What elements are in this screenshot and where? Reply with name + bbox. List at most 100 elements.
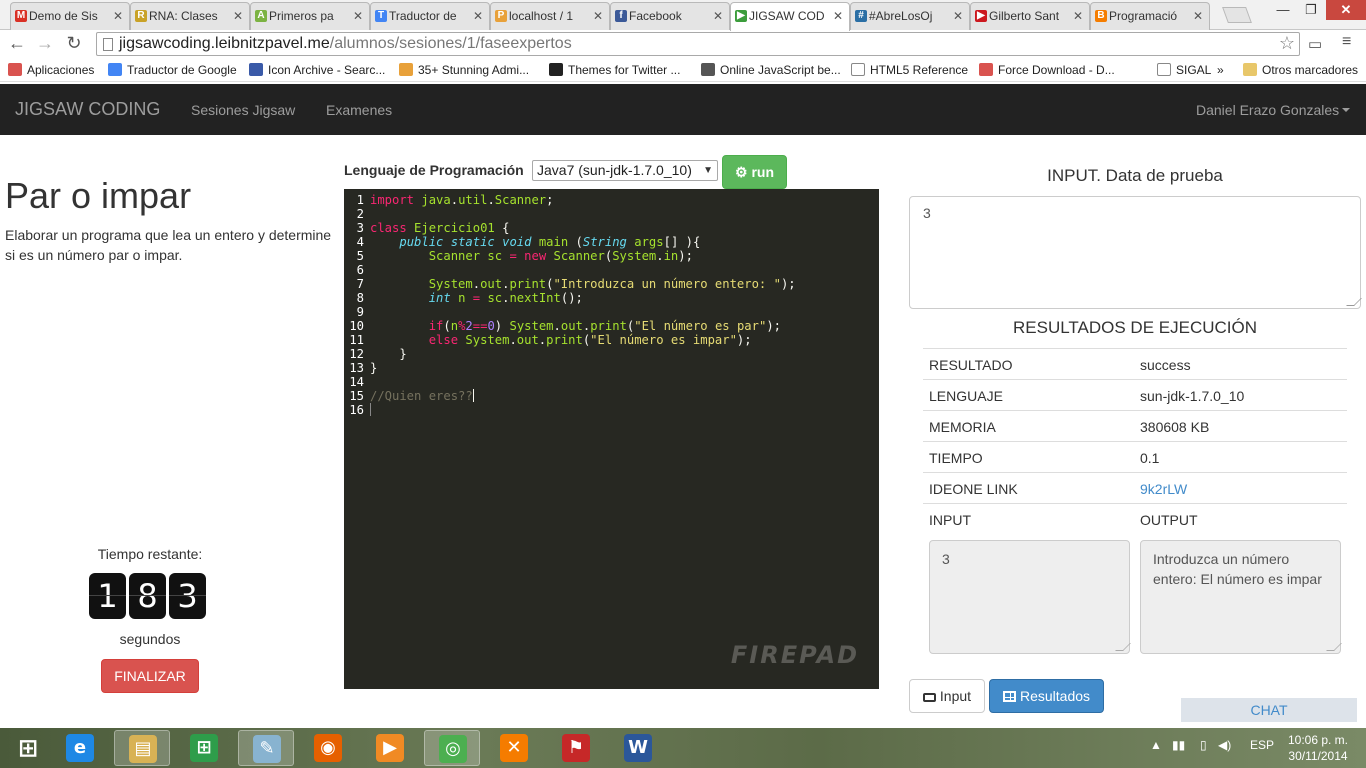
bookmark-item[interactable]: Traductor de Google [108, 63, 237, 77]
user-menu[interactable]: Daniel Erazo Gonzales [1196, 102, 1351, 118]
results-tab-button[interactable]: Resultados [989, 679, 1104, 713]
code-line[interactable]: 13} [344, 361, 796, 375]
bookmark-item[interactable]: SIGAL [1157, 63, 1211, 77]
bookmark-item[interactable]: Aplicaciones [8, 63, 94, 77]
nav-link-sesiones[interactable]: Sesiones Jigsaw [191, 102, 295, 118]
minimize-window-icon[interactable]: — [1268, 0, 1298, 20]
bookmark-item[interactable]: HTML5 Reference [851, 63, 968, 77]
restore-window-icon[interactable]: ❐ [1296, 0, 1326, 20]
code-editor[interactable]: 1 import java.util.Scanner; 2 3 class Ejerci… [344, 189, 879, 689]
bookmark-item[interactable]: Otros marcadores [1243, 63, 1358, 77]
show-hidden-icons-icon[interactable]: ▲ [1150, 738, 1162, 752]
chat-bar[interactable]: CHAT [1181, 698, 1357, 722]
close-tab-icon[interactable]: ✕ [353, 9, 363, 23]
address-bar[interactable]: jigsawcoding.leibnitzpavel.me/alumnos/se… [96, 32, 1300, 56]
run-button[interactable]: ⚙ run [722, 155, 787, 189]
browser-tab[interactable]: A Primeros pa ✕ [250, 2, 370, 30]
code-line[interactable]: 3 class Ejercicio01 { [344, 221, 796, 235]
close-tab-icon[interactable]: ✕ [593, 9, 603, 23]
language-select[interactable]: Java7 (sun-jdk-1.7.0_10) ▼ [532, 160, 718, 181]
code-text: //Quien eres?? [370, 389, 474, 403]
browser-tab[interactable]: R RNA: Clases ✕ [130, 2, 250, 30]
code-line[interactable]: 11 else System.out.print("El número es i… [344, 333, 796, 347]
firefox-icon[interactable]: ◉ [300, 730, 356, 766]
test-data-input[interactable]: 3 [909, 196, 1362, 309]
bookmark-label: Themes for Twitter ... [568, 63, 681, 77]
bookmark-item[interactable]: Online JavaScript be... [701, 63, 841, 77]
facebook-icon: f [615, 10, 627, 22]
close-tab-icon[interactable]: ✕ [953, 9, 963, 23]
code-line[interactable]: 15 //Quien eres?? [344, 389, 796, 403]
browser-tab[interactable]: Plocalhost / 1 ✕ [490, 2, 610, 30]
close-tab-icon[interactable]: ✕ [113, 9, 123, 23]
browser-tab[interactable]: M Demo de Sis ✕ [10, 2, 130, 30]
close-tab-icon[interactable]: ✕ [233, 9, 243, 23]
result-input-box[interactable]: 3 [929, 540, 1131, 654]
code-line[interactable]: 2 [344, 207, 796, 221]
code-line[interactable]: 7 System.out.print("Introduzca un número… [344, 277, 796, 291]
bookmark-item[interactable]: Themes for Twitter ... [549, 63, 680, 77]
new-tab-button[interactable] [1222, 7, 1252, 23]
ie-icon[interactable]: e [52, 730, 108, 766]
bookmark-item[interactable]: » [1217, 63, 1224, 77]
network-signal-icon[interactable]: ▮▮ [1172, 738, 1185, 752]
browser-tab[interactable]: ▶ Gilberto Sant ✕ [970, 2, 1090, 30]
code-line[interactable]: 10 if(n%2==0) System.out.print("El númer… [344, 319, 796, 333]
bookmark-item[interactable]: Icon Archive - Searc... [249, 63, 385, 77]
system-clock[interactable]: 10:06 p. m. 30/11/2014 [1282, 732, 1354, 764]
word-icon[interactable]: W [610, 730, 666, 766]
browser-tab[interactable]: # #AbreLosOj ✕ [850, 2, 970, 30]
close-tab-icon[interactable]: ✕ [713, 9, 723, 23]
browser-tab[interactable]: T Traductor de ✕ [370, 2, 490, 30]
bookmark-item[interactable]: 35+ Stunning Admi... [399, 63, 529, 77]
volume-icon[interactable]: ◀) [1218, 738, 1231, 752]
close-tab-icon[interactable]: ✕ [473, 9, 483, 23]
browser-tab[interactable]: ▶ JIGSAW COD ✕ [730, 2, 850, 31]
cast-icon[interactable]: ▭ [1308, 35, 1322, 53]
code-line[interactable]: 6 [344, 263, 796, 277]
close-tab-icon[interactable]: ✕ [1073, 9, 1083, 23]
resize-grip-icon[interactable] [1115, 643, 1131, 651]
chrome-icon[interactable]: ◎ [424, 730, 480, 766]
nav-link-examenes[interactable]: Examenes [326, 102, 392, 118]
line-number: 12 [349, 347, 364, 361]
close-tab-icon[interactable]: ✕ [1193, 9, 1203, 23]
close-window-icon[interactable]: ✕ [1326, 0, 1366, 20]
ideone-link[interactable]: 9k2rLW [1140, 481, 1187, 497]
browser-tab-label: Primeros pa [269, 9, 334, 23]
input-tab-button[interactable]: Input [909, 679, 985, 713]
result-output-box[interactable]: Introduzca un número entero: El número e… [1140, 540, 1342, 654]
code-line[interactable]: 4 public static void main (String args[]… [344, 235, 796, 249]
resize-grip-icon[interactable] [1326, 643, 1342, 651]
timer-digit: 1 [89, 573, 126, 619]
battery-icon[interactable]: ▯ [1200, 738, 1207, 752]
bookmark-item[interactable]: Force Download - D... [979, 63, 1115, 77]
forward-arrow-icon[interactable]: → [34, 33, 56, 54]
resize-grip-icon[interactable] [1346, 298, 1362, 306]
media-player-icon[interactable]: ▶ [362, 730, 418, 766]
file-explorer-icon[interactable]: ▤ [114, 730, 170, 766]
store-icon[interactable]: ⊞ [176, 730, 232, 766]
url-host: jigsawcoding.leibnitzpavel.me [119, 35, 330, 52]
input-language[interactable]: ESP [1250, 738, 1274, 752]
site-brand[interactable]: JIGSAW CODING [15, 99, 160, 120]
menu-icon[interactable]: ≡ [1342, 33, 1351, 51]
start-icon[interactable]: ⊞ [0, 730, 56, 766]
code-line[interactable]: 5 Scanner sc = new Scanner(System.in); [344, 249, 796, 263]
bookmark-star-icon[interactable]: ☆ [1279, 33, 1295, 54]
back-arrow-icon[interactable]: ← [6, 33, 28, 54]
code-line[interactable]: 8 int n = sc.nextInt(); [344, 291, 796, 305]
acrobat-icon[interactable]: ⚑ [548, 730, 604, 766]
close-tab-icon[interactable]: ✕ [833, 9, 843, 23]
finish-button[interactable]: FINALIZAR [101, 659, 199, 693]
code-line[interactable]: 9 [344, 305, 796, 319]
code-line[interactable]: 12 } [344, 347, 796, 361]
code-line[interactable]: 16 [344, 403, 796, 417]
xampp-icon[interactable]: ✕ [486, 730, 542, 766]
browser-tab[interactable]: f Facebook ✕ [610, 2, 730, 30]
code-line[interactable]: 14 [344, 375, 796, 389]
notepad-icon[interactable]: ✎ [238, 730, 294, 766]
reload-icon[interactable]: ↻ [63, 33, 85, 54]
browser-tab[interactable]: B Programació ✕ [1090, 2, 1210, 30]
code-line[interactable]: 1 import java.util.Scanner; [344, 193, 796, 207]
